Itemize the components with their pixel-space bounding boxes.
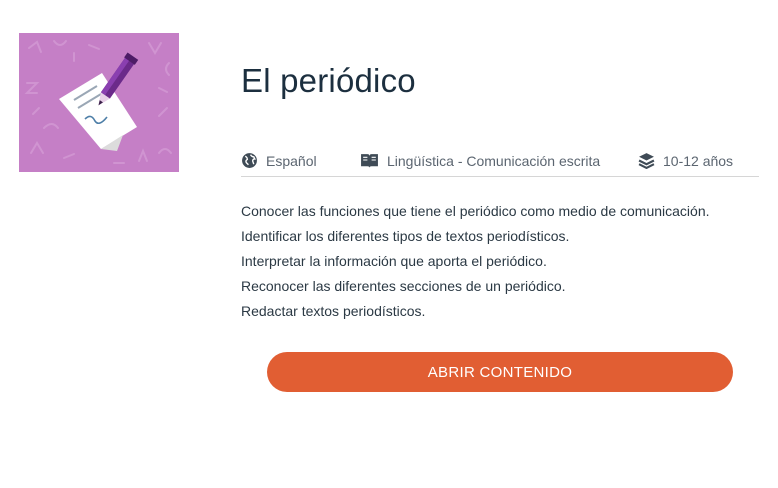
age-label: 10-12 años	[663, 152, 734, 169]
course-meta-bar: Español Lingüística - Comunicación escri…	[241, 147, 759, 177]
language-label: Español	[266, 152, 317, 169]
list-item: Identificar los diferentes tipos de text…	[241, 228, 570, 244]
list-item: Redactar textos periodísticos.	[241, 303, 426, 319]
course-thumbnail	[19, 33, 179, 172]
subject-meta: Lingüística - Comunicación escrita	[360, 152, 600, 169]
layers-icon	[638, 153, 655, 169]
globe-icon	[242, 153, 257, 168]
document-pen-icon	[24, 40, 172, 164]
list-item: Interpretar la información que aporta el…	[241, 253, 547, 269]
language-meta: Español	[241, 152, 317, 169]
open-content-button[interactable]: ABRIR CONTENIDO	[267, 352, 733, 392]
objectives-list: Conocer las funciones que tiene el perió…	[241, 199, 710, 324]
subject-label: Lingüística - Comunicación escrita	[387, 152, 601, 169]
age-meta: 10-12 años	[638, 152, 733, 169]
list-item: Reconocer las diferentes secciones de un…	[241, 278, 566, 294]
book-icon	[361, 154, 378, 168]
list-item: Conocer las funciones que tiene el perió…	[241, 203, 710, 219]
page-title: El periódico	[241, 62, 416, 99]
